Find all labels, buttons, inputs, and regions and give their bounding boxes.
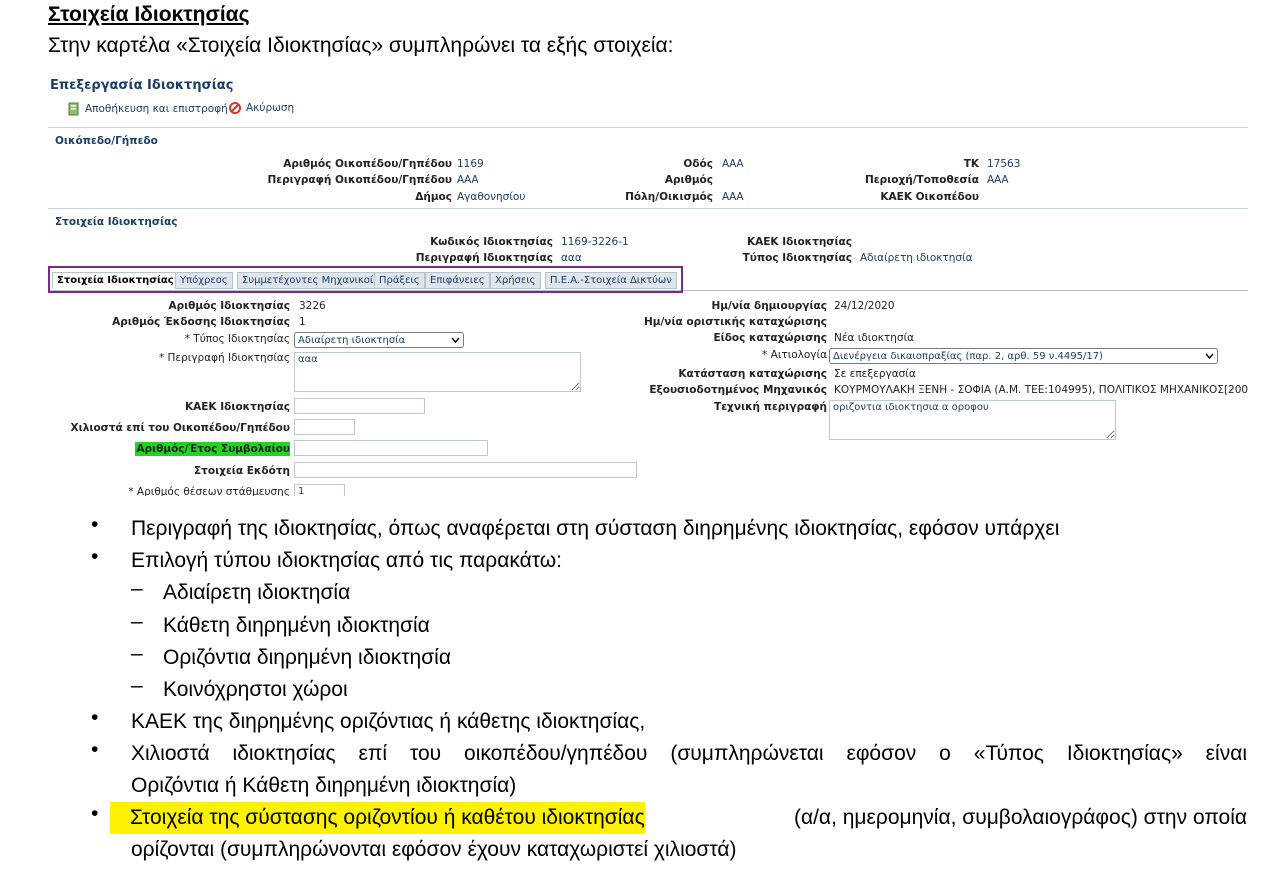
registration-status-label: Κατάσταση καταχώρισης	[678, 368, 827, 380]
bullet-marker: •	[91, 802, 99, 825]
bullet-5-rest: (α/α, ημερομηνία, συμβολαιογράφος) στην …	[793, 806, 1247, 829]
registration-status-value: Σε επεξεργασία	[834, 368, 916, 380]
property-description-textarea[interactable]: ααα	[294, 352, 581, 392]
plot-number-label: Αριθμός Οικοπέδου/Γηπέδου	[283, 158, 452, 170]
kaek-input[interactable]	[294, 398, 425, 414]
page-title: Επεξεργασία Ιδιοκτησίας	[50, 78, 234, 93]
cancel-icon	[229, 102, 241, 114]
save-label: Αποθήκευση και επιστροφή	[85, 103, 228, 115]
bullet-4-line-2: Οριζόντια ή Κάθετη διηρημένη ιδιοκτησία)	[131, 774, 517, 797]
postal-code-value: 17563	[987, 158, 1021, 170]
dash-marker: –	[131, 642, 143, 665]
registration-type-label: Είδος καταχώρισης	[713, 332, 827, 344]
bullet-1: Περιγραφή της ιδιοκτησίας, όπως αναφέρετ…	[131, 517, 1060, 540]
property-type-selected: Αδιαίρετη ιδιοκτησία	[298, 334, 406, 346]
property-type-select-label: * Τύπος Ιδιοκτησίας	[184, 333, 290, 345]
property-code-label: Κωδικός Ιδιοκτησίας	[430, 236, 553, 248]
creation-date-label: Ημ/νία δημιουργίας	[711, 300, 827, 312]
parking-spaces-input[interactable]: 1	[294, 484, 345, 496]
chevron-down-icon	[451, 335, 460, 346]
property-type-label: Τύπος Ιδιοκτησίας	[742, 252, 852, 264]
sub-bullet-1: Αδιαίρετη ιδιοκτησία	[163, 581, 351, 604]
tabs-highlight-frame	[48, 266, 683, 293]
justification-selected: Διενέργεια δικαιοπραξίας (παρ. 2, αρθ. 5…	[833, 350, 1103, 362]
issue-number-value: 1	[299, 316, 306, 328]
bullet-3: ΚΑΕΚ της διηρημένης οριζόντιας ή κάθετης…	[131, 710, 646, 733]
municipality-label: Δήμος	[415, 191, 452, 203]
bullet-5-line-1: Στοιχεία της σύστασης οριζοντίου ή καθέτ…	[110, 802, 1247, 834]
property-number-label: Αριθμός Ιδιοκτησίας	[168, 300, 290, 312]
chevron-down-icon	[1205, 351, 1214, 362]
street-label: Οδός	[683, 158, 713, 170]
highlighted-text: Στοιχεία της σύστασης οριζοντίου ή καθέτ…	[110, 802, 645, 834]
bullet-marker: •	[91, 545, 99, 568]
justification-select[interactable]: Διενέργεια δικαιοπραξίας (παρ. 2, αρθ. 5…	[829, 348, 1218, 364]
authorized-engineer-label: Εξουσιοδοτημένος Μηχανικός	[649, 384, 827, 396]
thousandths-input[interactable]	[294, 419, 355, 435]
creation-date-value: 24/12/2020	[834, 300, 895, 312]
cancel-button[interactable]: Ακύρωση	[229, 102, 294, 114]
contract-number-label: Αριθμός/Έτος Συμβολαίου	[135, 442, 290, 456]
justification-label: * Αιτιολογία	[762, 349, 827, 361]
sub-bullet-4: Κοινόχρηστοι χώροι	[163, 678, 348, 701]
contract-number-input[interactable]	[294, 440, 488, 456]
bullet-5-line-2: ορίζονται (συμπληρώνονται εφόσον έχουν κ…	[131, 838, 737, 861]
property-description-textarea-label: * Περιγραφή Ιδιοκτησίας	[158, 352, 290, 364]
thousandths-input-label: Χιλιοστά επί του Οικοπέδου/Γηπέδου	[70, 422, 290, 434]
registration-type-value: Νέα ιδιοκτησία	[834, 332, 915, 344]
issue-number-label: Αριθμός Έκδοσης Ιδιοκτησίας	[112, 316, 290, 328]
postal-code-label: ΤΚ	[963, 158, 979, 170]
property-type-select[interactable]: Αδιαίρετη ιδιοκτησία	[294, 332, 464, 348]
document-heading: Στοιχεία Ιδιοκτησίας	[48, 3, 250, 26]
area-label: Περιοχή/Τοποθεσία	[865, 174, 979, 186]
area-value: ΑΑΑ	[987, 174, 1009, 186]
plot-description-value: ΑΑΑ	[457, 174, 479, 186]
property-kaek-label: ΚΑΕΚ Ιδιοκτησίας	[747, 236, 852, 248]
save-icon	[68, 102, 80, 116]
sub-bullet-3: Οριζόντια διηρημένη ιδιοκτησία	[163, 646, 451, 669]
technical-description-textarea[interactable]: οριζοντια ιδιοκτησια α οροφου	[829, 400, 1116, 440]
property-code-value: 1169-3226-1	[561, 236, 629, 248]
property-section-title: Στοιχεία Ιδιοκτησίας	[55, 216, 178, 228]
final-registration-date-label: Ημ/νία οριστικής καταχώρισης	[643, 316, 827, 328]
dash-marker: –	[131, 577, 143, 600]
document-intro: Στην καρτέλα «Στοιχεία Ιδιοκτησίας» συμπ…	[48, 34, 674, 57]
app-screenshot: Επεξεργασία Ιδιοκτησίας Αποθήκευση και ε…	[48, 72, 1248, 496]
property-description-value: ααα	[561, 252, 582, 264]
save-and-return-button[interactable]: Αποθήκευση και επιστροφή	[68, 102, 228, 116]
dash-marker: –	[131, 610, 143, 633]
dash-marker: –	[131, 674, 143, 697]
municipality-value: Αγαθονησίου	[457, 191, 526, 203]
bullet-marker: •	[91, 706, 99, 729]
bullet-2: Επιλογή τύπου ιδιοκτησίας από τις παρακά…	[131, 549, 562, 572]
plot-number-value: 1169	[457, 158, 484, 170]
street-value: ΑΑΑ	[722, 158, 744, 170]
plot-section-title: Οικόπεδο/Γήπεδο	[55, 135, 158, 147]
city-value: ΑΑΑ	[722, 191, 744, 203]
property-type-value: Αδιαίρετη ιδιοκτησία	[860, 252, 973, 264]
divider	[48, 127, 1248, 128]
authorized-engineer-value: ΚΟΥΡΜΟΥΛΑΚΗ ΞΕΝΗ - ΣΟΦΙΑ (Α.Μ. ΤΕΕ:10499…	[834, 384, 1248, 396]
divider	[48, 208, 1248, 209]
issuer-details-input[interactable]	[294, 462, 637, 478]
cancel-label: Ακύρωση	[246, 102, 295, 114]
city-label: Πόλη/Οικισμός	[625, 191, 713, 203]
bullet-marker: •	[91, 513, 99, 536]
bullet-marker: •	[91, 738, 99, 761]
parking-spaces-label: * Αριθμός θέσεων στάθμευσης	[128, 486, 290, 496]
issuer-details-label: Στοιχεία Εκδότη	[194, 465, 290, 477]
bullet-4-line-1: Χιλιοστά ιδιοκτησίας επί του οικοπέδου/γ…	[131, 742, 1247, 765]
street-number-label: Αριθμός	[664, 174, 713, 186]
technical-description-label: Τεχνική περιγραφή	[714, 401, 827, 413]
plot-kaek-label: ΚΑΕΚ Οικοπέδου	[880, 191, 979, 203]
plot-description-label: Περιγραφή Οικοπέδου/Γηπέδου	[267, 174, 453, 186]
property-description-label: Περιγραφή Ιδιοκτησίας	[415, 252, 553, 264]
kaek-input-label: ΚΑΕΚ Ιδιοκτησίας	[185, 401, 290, 413]
sub-bullet-2: Κάθετη διηρημένη ιδιοκτησία	[163, 614, 430, 637]
property-number-value: 3226	[299, 300, 326, 312]
